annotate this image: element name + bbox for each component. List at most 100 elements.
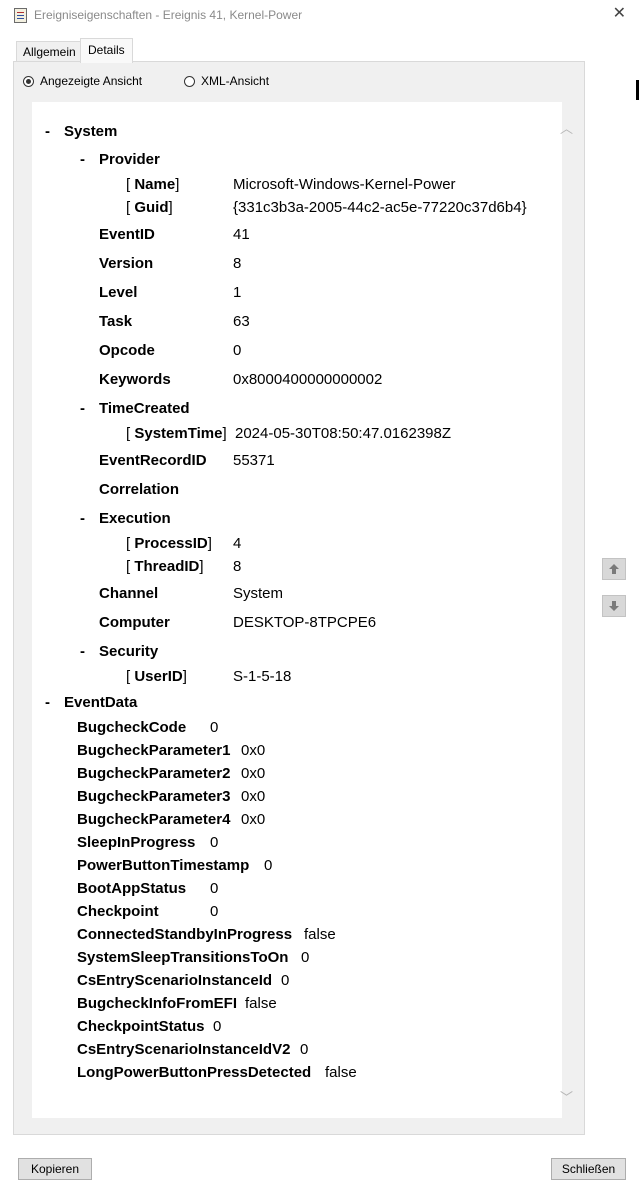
tab-details[interactable]: Details	[80, 38, 133, 63]
radio-xml-view-label: XML-Ansicht	[201, 74, 270, 88]
collapse-security-toggle[interactable]: -	[80, 643, 85, 660]
attr-guid-key: Guid	[134, 199, 169, 216]
field-value: 55371	[233, 452, 275, 469]
field-key: Version	[99, 255, 154, 272]
radio-xml-view[interactable]: XML-Ansicht	[184, 74, 269, 88]
attr-userid-key: UserID	[134, 668, 183, 685]
field-key: Task	[99, 313, 133, 330]
collapse-timecreated-toggle[interactable]: -	[80, 400, 85, 417]
eventdata-key: CsEntryScenarioInstanceIdV2	[77, 1041, 291, 1058]
eventdata-value: false	[304, 926, 336, 943]
close-button[interactable]: Schließen	[551, 1158, 626, 1180]
eventdata-value: 0	[210, 834, 219, 851]
attr-threadid-key: ThreadID	[134, 558, 200, 575]
scroll-down-icon[interactable]: ﹀	[560, 1087, 573, 1106]
node-system: System	[64, 123, 118, 140]
window-edge	[636, 80, 639, 100]
radio-selected-icon	[23, 75, 34, 87]
field-value: 0	[233, 342, 242, 359]
eventdata-key: BugcheckCode	[77, 719, 187, 736]
eventdata-key: SystemSleepTransitionsToOn	[77, 949, 289, 966]
next-event-button[interactable]	[602, 595, 626, 617]
attr-processid: [ ProcessID]	[126, 535, 212, 552]
attr-name-value: Microsoft-Windows-Kernel-Power	[233, 176, 456, 193]
field-value: DESKTOP-8TPCPE6	[233, 614, 377, 631]
attr-name: [ Name]	[126, 176, 180, 193]
eventdata-key: BugcheckParameter3	[77, 788, 231, 805]
scroll-up-icon[interactable]: ︿	[560, 118, 573, 137]
eventdata-key: Checkpoint	[77, 903, 159, 920]
eventdata-value: false	[325, 1064, 357, 1081]
eventdata-key: CsEntryScenarioInstanceId	[77, 972, 273, 989]
collapse-provider-toggle[interactable]: -	[80, 151, 85, 168]
eventdata-key: ConnectedStandbyInProgress	[77, 926, 293, 943]
eventdata-key: BootAppStatus	[77, 880, 187, 897]
attr-processid-key: ProcessID	[134, 535, 208, 552]
field-value: System	[233, 585, 284, 602]
node-execution: Execution	[99, 510, 171, 527]
eventdata-key: BugcheckParameter2	[77, 765, 231, 782]
node-timecreated: TimeCreated	[99, 400, 190, 417]
eventdata-value: 0	[210, 880, 219, 897]
attr-systemtime-key: SystemTime	[134, 425, 223, 442]
arrow-up-icon	[609, 564, 619, 574]
collapse-execution-toggle[interactable]: -	[80, 510, 85, 527]
attr-guid: [ Guid]	[126, 199, 173, 216]
eventdata-key: PowerButtonTimestamp	[77, 857, 250, 874]
field-key: EventID	[99, 226, 155, 243]
attr-guid-value: {331c3b3a-2005-44c2-ac5e-77220c37d6b4}	[233, 199, 527, 216]
previous-event-button[interactable]	[602, 558, 626, 580]
node-eventdata: EventData	[64, 694, 138, 711]
event-tree: - System - Provider [ Name] Microsoft-Wi…	[32, 102, 562, 1118]
eventdata-key: SleepInProgress	[77, 834, 196, 851]
eventdata-key: CheckpointStatus	[77, 1018, 205, 1035]
field-key: Computer	[99, 614, 170, 631]
eventdata-value: 0x0	[241, 765, 266, 782]
collapse-eventdata-toggle[interactable]: -	[45, 694, 50, 711]
event-details-view[interactable]: - System - Provider [ Name] Microsoft-Wi…	[32, 102, 562, 1118]
close-icon[interactable]: ✕	[613, 5, 626, 23]
eventdata-key: BugcheckParameter4	[77, 811, 231, 828]
field-key: Keywords	[99, 371, 171, 388]
node-provider: Provider	[99, 151, 160, 168]
radio-unselected-icon	[184, 75, 195, 87]
eventdata-value: 0x0	[241, 788, 266, 805]
eventdata-value: 0x0	[241, 742, 266, 759]
eventdata-key: BugcheckInfoFromEFI	[77, 995, 238, 1012]
copy-button[interactable]: Kopieren	[18, 1158, 92, 1180]
attr-processid-value: 4	[233, 535, 242, 552]
eventdata-value: 0x0	[241, 811, 266, 828]
title-bar: Ereigniseigenschaften - Ereignis 41, Ker…	[0, 0, 640, 32]
eventdata-key: LongPowerButtonPressDetected	[77, 1064, 312, 1081]
attr-userid: [ UserID]	[126, 668, 187, 685]
radio-friendly-view-label: Angezeigte Ansicht	[40, 74, 143, 88]
window-title: Ereigniseigenschaften - Ereignis 41, Ker…	[34, 8, 303, 22]
eventdata-value: 0	[300, 1041, 309, 1058]
field-key: EventRecordID	[99, 452, 207, 469]
attr-systemtime-value: 2024-05-30T08:50:47.0162398Z	[235, 425, 452, 442]
attr-name-key: Name	[134, 176, 176, 193]
field-key: Level	[99, 284, 138, 301]
eventdata-key: BugcheckParameter1	[77, 742, 231, 759]
eventdata-value: 0	[210, 903, 219, 920]
eventdata-value: 0	[301, 949, 310, 966]
arrow-down-icon	[609, 601, 619, 611]
eventdata-value: false	[245, 995, 277, 1012]
field-value: 1	[233, 284, 242, 301]
event-viewer-icon	[14, 8, 27, 23]
field-value: 41	[233, 226, 250, 243]
tab-general[interactable]: Allgemein	[16, 41, 83, 62]
radio-friendly-view[interactable]: Angezeigte Ansicht	[23, 74, 142, 88]
eventdata-value: 0	[213, 1018, 222, 1035]
field-key: Opcode	[99, 342, 155, 359]
field-value: 8	[233, 255, 242, 272]
attr-threadid: [ ThreadID]	[126, 558, 204, 575]
field-key: Channel	[99, 585, 159, 602]
eventdata-value: 0	[210, 719, 219, 736]
attr-userid-value: S-1-5-18	[233, 668, 292, 685]
node-security: Security	[99, 643, 159, 660]
field-key: Correlation	[99, 481, 180, 498]
eventdata-value: 0	[281, 972, 290, 989]
eventdata-value: 0	[264, 857, 273, 874]
collapse-system-toggle[interactable]: -	[45, 123, 50, 140]
